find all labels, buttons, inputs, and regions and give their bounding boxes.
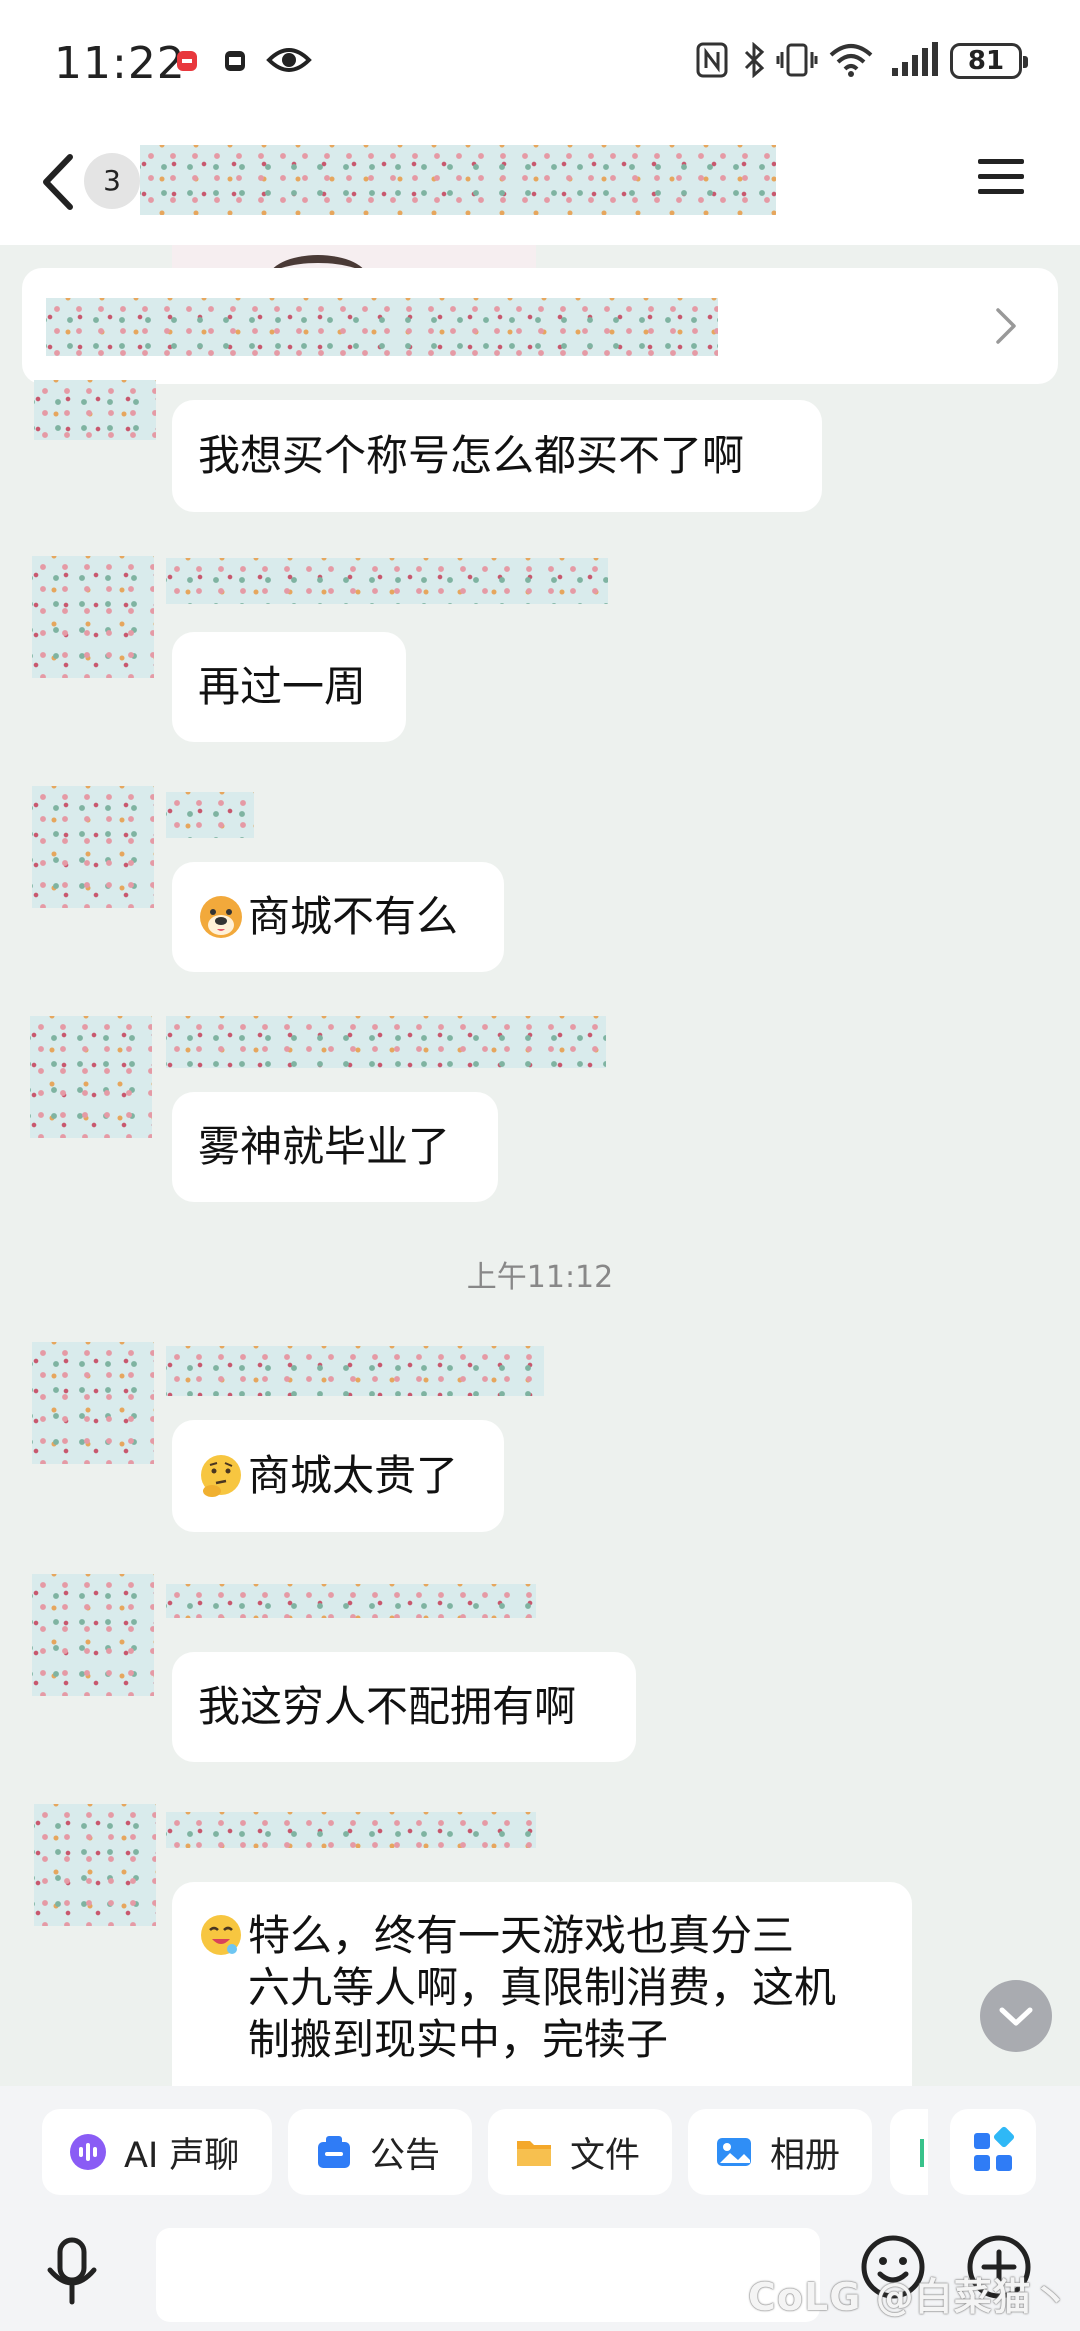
sender-avatar[interactable] (32, 556, 154, 678)
eye-icon (266, 48, 312, 72)
message-text: 商城不有么 (248, 892, 459, 941)
vibrate-icon (776, 43, 818, 77)
message-text: 再过一周 (198, 662, 367, 711)
sender-avatar[interactable] (32, 786, 154, 908)
chevron-left-icon[interactable] (36, 147, 80, 217)
message-text: 我想买个称号怎么都买不了啊 (198, 431, 745, 480)
status-time: 11:22 (54, 38, 186, 89)
message-input[interactable] (156, 2228, 820, 2322)
sender-name-redacted (166, 792, 254, 838)
microphone-icon[interactable] (44, 2236, 100, 2308)
chip-label: 公告 (370, 2135, 441, 2176)
sender-name-redacted (166, 1584, 536, 1618)
bluetooth-icon (744, 42, 765, 78)
sender-avatar[interactable] (30, 1016, 152, 1138)
message-bubble[interactable]: 我想买个称号怎么都买不了啊 (172, 400, 822, 512)
chip-label: AI 声聊 (124, 2135, 240, 2176)
sender-name-redacted (166, 558, 608, 604)
app-icon (225, 51, 245, 71)
chip-label: 文件 (570, 2135, 641, 2176)
message-bubble[interactable]: 商城太贵了 (172, 1420, 504, 1532)
message-bubble[interactable]: 雾神就毕业了 (172, 1092, 498, 1202)
ai-voice-chat-button[interactable]: AI 声聊 (42, 2109, 272, 2195)
unread-count-badge[interactable]: 3 (84, 153, 140, 209)
sender-avatar[interactable] (34, 1804, 156, 1926)
status-bar: 11:22 81 (0, 0, 1080, 125)
message-text: 特么，终有一天游戏也真分三 六九等人啊，真限制消费，这机 制搬到现实中，完犊子 (248, 1911, 837, 2064)
app-notification-icon (177, 51, 197, 71)
sender-name-redacted (166, 1812, 536, 1848)
message-bubble[interactable]: 特么，终有一天游戏也真分三 六九等人啊，真限制消费，这机 制搬到现实中，完犊子 (172, 1882, 912, 2086)
announcement-button[interactable]: 公告 (288, 2109, 472, 2195)
message-bubble[interactable]: 我这穷人不配拥有啊 (172, 1652, 636, 1762)
chip-label: 相册 (770, 2135, 841, 2176)
sender-name-redacted (166, 1016, 606, 1068)
message-bubble[interactable]: 再过一周 (172, 632, 406, 742)
message-timestamp: 上午11:12 (466, 1260, 614, 1295)
nfc-icon (696, 42, 728, 78)
sender-avatar[interactable] (34, 380, 156, 440)
wifi-icon (829, 44, 873, 77)
message-bubble[interactable]: 商城不有么 (172, 862, 504, 972)
folder-icon (517, 2141, 551, 2166)
apps-grid-icon (974, 2126, 1015, 2171)
notice-text-redacted (46, 298, 718, 356)
apps-grid-button[interactable] (950, 2109, 1036, 2195)
message-text: 我这穷人不配拥有啊 (198, 1682, 577, 1731)
announcement-icon (318, 2136, 350, 2168)
battery-indicator: 81 (950, 43, 1028, 79)
album-button[interactable]: 相册 (688, 2109, 872, 2195)
ai-voice-icon (70, 2134, 106, 2170)
sender-avatar[interactable] (32, 1574, 154, 1696)
thinking-face-emoji (201, 1455, 241, 1497)
chevron-right-icon (996, 308, 1016, 344)
sender-avatar[interactable] (32, 1342, 154, 1464)
files-button[interactable]: 文件 (488, 2109, 672, 2195)
signal-icon (892, 42, 938, 76)
pinned-notice-card[interactable] (22, 268, 1058, 384)
chat-title-redacted (140, 145, 776, 215)
chat-header: 3 (0, 125, 1080, 245)
hamburger-menu-icon[interactable] (976, 155, 1026, 199)
drooling-face-emoji (201, 1915, 241, 1955)
dog-face-emoji (200, 896, 242, 938)
watermark: CoLG @白菜猫丶 (748, 2275, 1071, 2319)
quick-action-bar: AI 声聊 公告 文件 相册 (0, 2086, 1080, 2214)
chevron-down-icon (999, 2007, 1033, 2026)
photo-icon (717, 2138, 751, 2166)
message-text: 雾神就毕业了 (198, 1122, 451, 1171)
partial-chip[interactable] (890, 2109, 928, 2195)
message-text: 商城太贵了 (248, 1451, 459, 1500)
scroll-to-bottom-button[interactable] (980, 1980, 1052, 2052)
sender-name-redacted (166, 1346, 544, 1396)
